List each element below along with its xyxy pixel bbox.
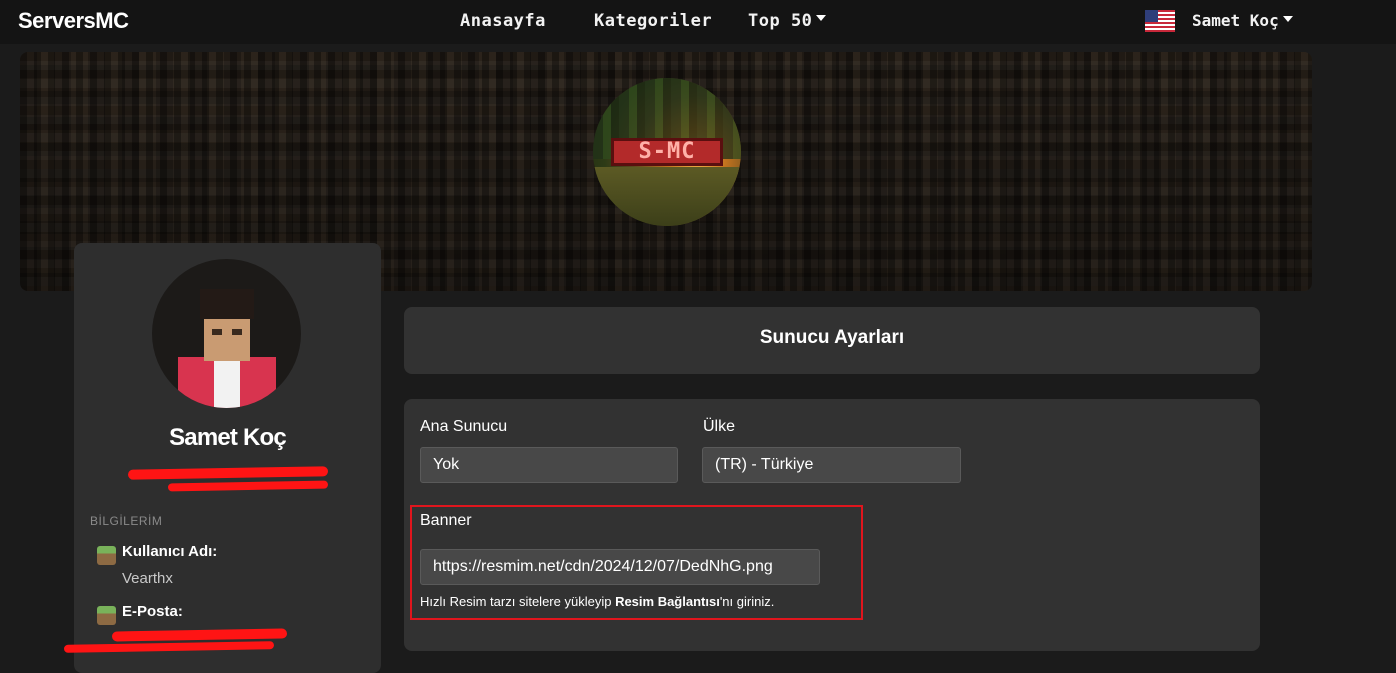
- banner-label: Banner: [420, 512, 472, 529]
- country-label: Ülke: [703, 418, 736, 435]
- server-logo: S-MC: [593, 78, 741, 226]
- server-logo-text: S-MC: [611, 138, 723, 166]
- help-suffix: 'nı giriniz.: [719, 594, 775, 609]
- country-select[interactable]: (TR) - Türkiye: [702, 447, 961, 483]
- nav-link-categories[interactable]: Kategoriler: [594, 11, 712, 31]
- help-prefix: Hızlı Resim tarzı sitelere yükleyip: [420, 594, 616, 609]
- grass-block-icon: [97, 546, 116, 565]
- username-label: Kullanıcı Adı:: [122, 543, 218, 560]
- brand-logo[interactable]: ServersMC: [18, 8, 129, 34]
- email-label: E-Posta:: [122, 603, 183, 620]
- nav-link-top50[interactable]: Top 50: [748, 11, 827, 31]
- avatar: [152, 259, 301, 408]
- main-server-select[interactable]: Yok: [420, 447, 678, 483]
- main-server-label: Ana Sunucu: [420, 418, 508, 435]
- nav-link-home[interactable]: Anasayfa: [460, 11, 546, 31]
- avatar-hair: [200, 289, 254, 319]
- us-flag-icon[interactable]: [1145, 10, 1175, 32]
- avatar-eye-right: [232, 329, 242, 335]
- avatar-undershirt: [214, 357, 240, 408]
- page-title: Sunucu Ayarları: [759, 327, 905, 348]
- nav-link-top50-label: Top 50: [748, 11, 813, 31]
- logo-ground: [593, 166, 741, 226]
- user-menu-label: Samet Koç: [1192, 11, 1279, 30]
- chevron-down-icon: [1282, 15, 1293, 22]
- chevron-down-icon: [816, 15, 827, 21]
- banner-url-input[interactable]: https://resmim.net/cdn/2024/12/07/DedNhG…: [420, 549, 820, 585]
- banner-help-text: Hızlı Resim tarzı sitelere yükleyip Resi…: [420, 594, 774, 609]
- user-menu[interactable]: Samet Koç: [1192, 11, 1293, 30]
- grass-block-icon: [97, 606, 116, 625]
- profile-name: Samet Koç: [169, 424, 287, 451]
- username-value: Vearthx: [122, 570, 173, 587]
- help-bold: Resim Bağlantısı: [615, 594, 720, 609]
- avatar-eye-left: [212, 329, 222, 335]
- top-navbar: ServersMC Anasayfa Kategoriler Top 50 Sa…: [0, 0, 1396, 44]
- section-title-info: BİLGİLERİM: [90, 514, 163, 528]
